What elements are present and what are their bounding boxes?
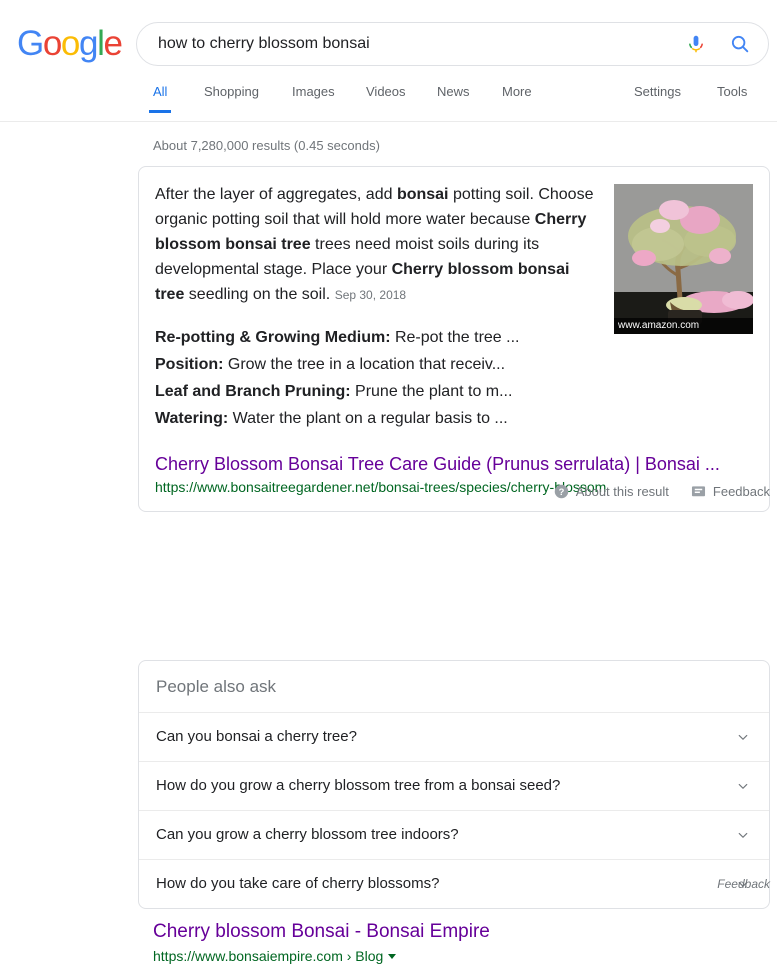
tab-more[interactable]: More	[502, 84, 532, 113]
paa-question-label: Can you bonsai a cherry tree?	[156, 728, 357, 745]
snippet-list-label: Re-potting & Growing Medium:	[155, 329, 391, 346]
logo-letter-g1: G	[17, 24, 44, 63]
about-this-result-label: About this result	[575, 484, 669, 499]
featured-snippet-list: Re-potting & Growing Medium: Re-pot the …	[155, 324, 598, 432]
search-icon	[731, 35, 749, 53]
snippet-list-item: Position: Grow the tree in a location th…	[155, 351, 598, 378]
people-also-ask-heading: People also ask	[156, 677, 277, 696]
tab-shopping[interactable]: Shopping	[204, 84, 259, 113]
tab-videos[interactable]: Videos	[366, 84, 406, 113]
svg-text:?: ?	[558, 487, 564, 497]
snippet-text-4: seedling on the soil.	[184, 286, 331, 303]
logo-letter-g2: g	[78, 24, 98, 63]
bonsai-tree-image	[614, 184, 753, 334]
settings-button[interactable]: Settings	[634, 84, 681, 113]
featured-snippet-thumbnail[interactable]: www.amazon.com	[614, 184, 753, 334]
tab-news[interactable]: News	[437, 84, 470, 113]
flag-icon	[691, 485, 705, 496]
featured-snippet-paragraph: After the layer of aggregates, add bonsa…	[155, 182, 598, 308]
thumbnail-source-caption: www.amazon.com	[614, 318, 753, 334]
snippet-list-text: Re-pot the tree ...	[390, 329, 520, 346]
chevron-down-icon	[734, 728, 752, 746]
logo-letter-o2: o	[60, 24, 80, 63]
organic-result-title-link[interactable]: Cherry blossom Bonsai - Bonsai Empire	[153, 919, 773, 944]
search-header: Google All Shopping Images Videos News M…	[0, 0, 777, 122]
voice-search-button[interactable]	[674, 22, 718, 66]
featured-snippet-body: www.amazon.com After the layer of aggreg…	[155, 182, 753, 432]
snippet-list-item: Re-potting & Growing Medium: Re-pot the …	[155, 324, 598, 351]
snippet-text-1: After the layer of aggregates, add	[155, 186, 397, 203]
organic-result-url-line: https://www.bonsaiempire.com › Blog	[153, 946, 773, 966]
featured-snippet-date: Sep 30, 2018	[334, 288, 407, 302]
snippet-list-text: Grow the tree in a location that receiv.…	[223, 356, 506, 373]
people-also-ask-item[interactable]: How do you grow a cherry blossom tree fr…	[139, 761, 769, 810]
organic-result: Cherry blossom Bonsai - Bonsai Empire ht…	[153, 919, 773, 967]
about-this-result-button[interactable]: ? About this result	[554, 484, 669, 499]
tab-all[interactable]: All	[148, 84, 173, 113]
paa-question-label: Can you grow a cherry blossom tree indoo…	[156, 826, 459, 843]
question-mark-icon: ?	[554, 484, 568, 499]
caret-down-icon[interactable]	[388, 953, 397, 959]
chevron-down-icon	[734, 826, 752, 844]
people-also-ask-card: People also ask Can you bonsai a cherry …	[138, 660, 770, 909]
logo-letter-o1: o	[42, 24, 62, 63]
logo-letter-e: e	[103, 24, 122, 63]
chevron-down-icon	[734, 777, 752, 795]
people-also-ask-item[interactable]: Can you grow a cherry blossom tree indoo…	[139, 810, 769, 859]
featured-snippet-card: www.amazon.com After the layer of aggreg…	[138, 166, 770, 512]
search-input[interactable]	[137, 23, 674, 65]
search-nav-tabs: All Shopping Images Videos News More Set…	[0, 84, 777, 122]
snippet-list-label: Position:	[155, 356, 224, 373]
snippet-list-label: Leaf and Branch Pruning:	[155, 383, 351, 400]
snippet-list-label: Watering:	[155, 410, 229, 427]
search-submit-button[interactable]	[718, 22, 762, 66]
snippet-feedback-button[interactable]: Feedback	[691, 484, 770, 499]
paa-question-label: How do you grow a cherry blossom tree fr…	[156, 777, 561, 794]
search-box[interactable]	[136, 22, 769, 66]
snippet-list-text: Water the plant on a regular basis to ..…	[228, 410, 508, 427]
snippet-bold-1: bonsai	[396, 186, 449, 203]
featured-snippet-meta-row: ? About this result Feedback	[138, 484, 770, 499]
tab-images[interactable]: Images	[292, 84, 335, 113]
people-also-ask-item[interactable]: Can you bonsai a cherry tree?	[139, 712, 769, 761]
microphone-icon	[689, 35, 703, 53]
featured-snippet-title-link[interactable]: Cherry Blossom Bonsai Tree Care Guide (P…	[155, 452, 753, 476]
google-logo[interactable]: Google	[17, 24, 123, 63]
tools-button[interactable]: Tools	[717, 84, 747, 113]
results-stats: About 7,280,000 results (0.45 seconds)	[153, 138, 380, 153]
snippet-list-item: Watering: Water the plant on a regular b…	[155, 405, 598, 432]
snippet-feedback-label: Feedback	[712, 484, 770, 499]
organic-result-url[interactable]: https://www.bonsaiempire.com › Blog	[153, 946, 383, 966]
snippet-list-item: Leaf and Branch Pruning: Prune the plant…	[155, 378, 598, 405]
snippet-list-text: Prune the plant to m...	[350, 383, 513, 400]
people-also-ask-feedback[interactable]: Feedback	[138, 877, 770, 891]
